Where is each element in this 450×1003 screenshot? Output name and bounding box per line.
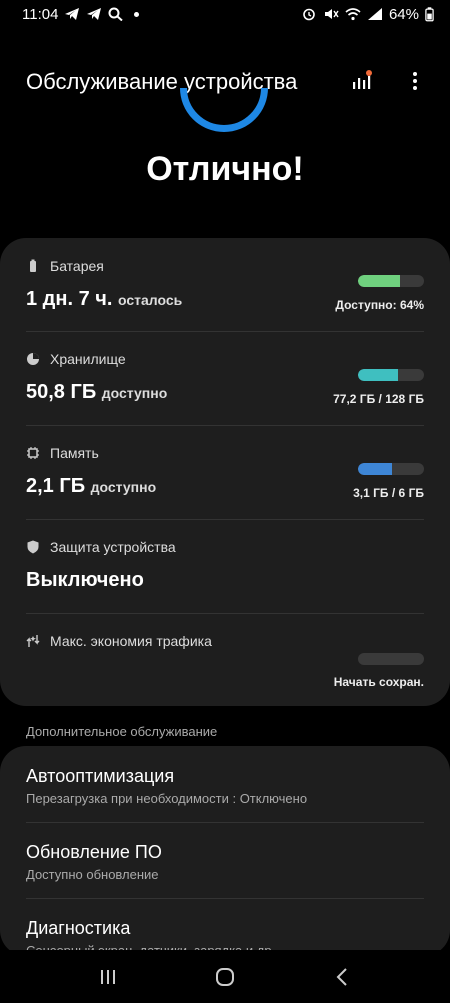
header-actions — [348, 68, 428, 94]
home-button[interactable] — [205, 957, 245, 997]
wifi-icon — [345, 8, 361, 21]
divider — [26, 331, 424, 332]
more-options-button[interactable] — [402, 68, 428, 94]
battery-icon — [425, 6, 434, 21]
main-status-card: Батарея 1 дн. 7 ч. осталось Доступно: 64… — [0, 238, 450, 706]
storage-bar — [358, 369, 424, 381]
recents-icon — [101, 969, 116, 984]
recents-button[interactable] — [88, 957, 128, 997]
storage-suffix: доступно — [101, 385, 168, 401]
pie-icon — [27, 353, 39, 365]
divider — [26, 898, 424, 899]
back-icon — [336, 967, 347, 986]
battery-row-head: Батарея — [26, 258, 424, 274]
data-saver-button[interactable]: Начать сохран. — [334, 675, 424, 689]
divider — [26, 822, 424, 823]
mute-icon — [324, 9, 339, 19]
battery-label: Батарея — [50, 258, 104, 274]
data-saver-bar — [358, 653, 424, 665]
shield-icon — [27, 540, 39, 554]
memory-suffix: доступно — [90, 479, 157, 495]
storage-available: 50,8 ГБ — [26, 381, 97, 403]
list-item-software-update[interactable]: Обновление ПО Доступно обновление — [26, 842, 424, 882]
memory-label: Память — [50, 445, 99, 461]
extra-maintenance-card: Автооптимизация Перезагрузка при необход… — [0, 746, 450, 956]
storage-caption: 77,2 ГБ / 128 ГБ — [333, 392, 424, 406]
battery-percent: 64% — [388, 5, 419, 23]
battery-bar-fill — [358, 275, 401, 287]
list-item-auto-optimization[interactable]: Автооптимизация Перезагрузка при необход… — [26, 766, 424, 806]
data-saver-icon — [26, 635, 40, 647]
battery-bar — [358, 275, 424, 287]
list-item-subtitle: Доступно обновление — [26, 867, 159, 882]
storage-label: Хранилище — [50, 351, 126, 367]
signal-icon — [367, 8, 382, 20]
alarm-icon — [303, 8, 315, 21]
battery-time-left: 1 дн. 7 ч. — [26, 288, 113, 310]
list-item-subtitle: Перезагрузка при необходимости : Отключе… — [26, 791, 308, 806]
memory-row-head: Память — [26, 445, 424, 461]
search-icon — [108, 7, 124, 21]
navigation-bar — [0, 950, 450, 1003]
battery-icon — [30, 259, 36, 272]
status-right: 64% — [301, 6, 434, 23]
divider — [26, 519, 424, 520]
update-dot — [366, 70, 372, 76]
data-saver-label: Макс. экономия трафика — [50, 633, 212, 649]
status-bar: 11:04 64% — [0, 0, 450, 28]
stats-button[interactable] — [348, 68, 374, 94]
storage-bar-fill — [358, 369, 398, 381]
protection-label: Защита устройства — [50, 539, 176, 555]
section-header: Дополнительное обслуживание — [26, 724, 218, 739]
protection-value: Выключено — [26, 569, 424, 592]
home-icon — [215, 967, 234, 986]
divider — [26, 425, 424, 426]
storage-row[interactable]: Хранилище 50,8 ГБ доступно 77,2 ГБ / 128… — [26, 351, 424, 421]
list-item-title: Обновление ПО — [26, 842, 162, 862]
protection-row-head: Защита устройства — [26, 539, 424, 555]
score-ring — [180, 88, 268, 132]
protection-status: Выключено — [26, 569, 144, 591]
memory-row[interactable]: Память 2,1 ГБ доступно 3,1 ГБ / 6 ГБ — [26, 445, 424, 515]
status-time: 11:04 — [22, 5, 59, 23]
score-ring-arc — [180, 88, 268, 132]
telegram-icon — [87, 8, 102, 20]
divider — [26, 613, 424, 614]
memory-bar — [358, 463, 424, 475]
memory-caption: 3,1 ГБ / 6 ГБ — [353, 486, 424, 500]
status-left: 11:04 — [22, 5, 140, 23]
notification-dot — [134, 11, 140, 17]
protection-row[interactable]: Защита устройства Выключено — [26, 539, 424, 603]
storage-row-head: Хранилище — [26, 351, 424, 367]
memory-bar-fill — [358, 463, 393, 475]
list-item-title: Диагностика — [26, 918, 131, 938]
more-icon — [413, 72, 417, 90]
data-saver-row[interactable]: Макс. экономия трафика Начать сохран. — [26, 633, 424, 693]
battery-caption: Доступно: 64% — [335, 298, 424, 312]
back-button[interactable] — [322, 957, 362, 997]
memory-available: 2,1 ГБ — [26, 475, 86, 497]
list-item-title: Автооптимизация — [26, 766, 175, 786]
overall-status: Отлично! — [146, 150, 304, 188]
battery-suffix: осталось — [117, 292, 183, 308]
battery-row[interactable]: Батарея 1 дн. 7 ч. осталось Доступно: 64… — [26, 258, 424, 328]
telegram-icon — [65, 8, 80, 20]
memory-icon — [27, 447, 39, 459]
data-saver-row-head: Макс. экономия трафика — [26, 633, 424, 649]
